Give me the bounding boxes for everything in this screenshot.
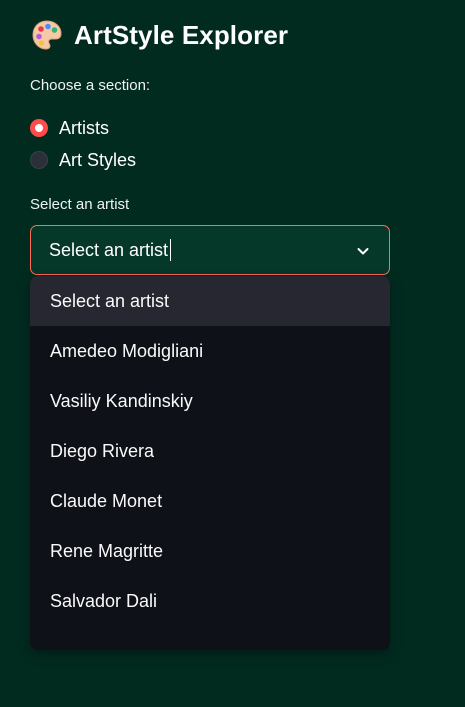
section-radio-group: Artists Art Styles — [30, 112, 136, 176]
radio-unchecked-icon[interactable] — [30, 151, 48, 169]
dropdown-option[interactable]: Claude Monet — [30, 476, 390, 526]
radio-option-artists[interactable]: Artists — [30, 112, 136, 144]
dropdown-option[interactable]: Diego Rivera — [30, 426, 390, 476]
artist-dropdown-menu: Select an artist Amedeo Modigliani Vasil… — [30, 276, 390, 650]
dropdown-bottom-edge — [30, 642, 390, 650]
artist-select-value: Select an artist — [49, 239, 169, 260]
radio-label-artists: Artists — [59, 117, 110, 138]
section-radio-label: Choose a section: — [30, 77, 151, 94]
radio-label-art-styles: Art Styles — [59, 149, 137, 170]
artist-dropdown-list: Select an artist Amedeo Modigliani Vasil… — [30, 276, 390, 650]
artist-select-label: Select an artist — [30, 196, 130, 213]
dropdown-option[interactable]: Select an artist — [30, 276, 390, 326]
dropdown-option[interactable]: Rene Magritte — [30, 526, 390, 576]
page-header: ArtStyle Explorer — [30, 17, 288, 53]
dropdown-option[interactable]: Amedeo Modigliani — [30, 326, 390, 376]
artist-select-input[interactable]: Select an artist — [30, 225, 390, 275]
dropdown-option[interactable]: Vasiliy Kandinskiy — [30, 376, 390, 426]
artist-palette-icon — [30, 18, 64, 52]
text-cursor — [170, 239, 172, 261]
app-title: ArtStyle Explorer — [74, 19, 289, 50]
dropdown-option[interactable]: Salvador Dali — [30, 576, 390, 626]
chevron-down-icon[interactable] — [354, 242, 372, 260]
app-container: ArtStyle Explorer Choose a section: Arti… — [0, 0, 465, 707]
radio-checked-icon[interactable] — [30, 119, 48, 137]
radio-option-art-styles[interactable]: Art Styles — [30, 144, 136, 176]
